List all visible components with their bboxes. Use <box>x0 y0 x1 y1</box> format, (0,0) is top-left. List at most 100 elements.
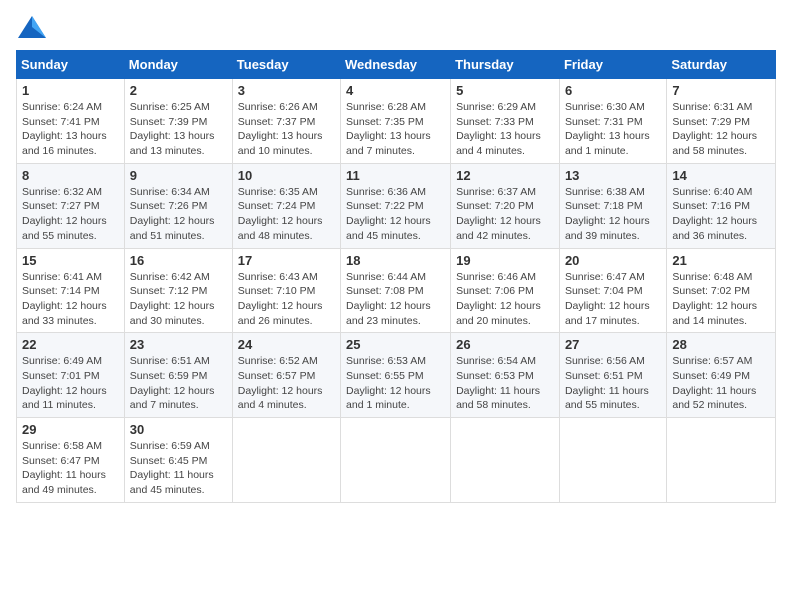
day-number: 9 <box>130 168 227 183</box>
day-info: Sunrise: 6:49 AM Sunset: 7:01 PM Dayligh… <box>22 354 119 413</box>
day-info: Sunrise: 6:48 AM Sunset: 7:02 PM Dayligh… <box>672 270 770 329</box>
day-number: 25 <box>346 337 445 352</box>
day-number: 18 <box>346 253 445 268</box>
day-info: Sunrise: 6:46 AM Sunset: 7:06 PM Dayligh… <box>456 270 554 329</box>
empty-cell <box>232 418 340 503</box>
calendar-day-22: 22 Sunrise: 6:49 AM Sunset: 7:01 PM Dayli… <box>17 333 125 418</box>
day-info: Sunrise: 6:42 AM Sunset: 7:12 PM Dayligh… <box>130 270 227 329</box>
day-number: 4 <box>346 83 445 98</box>
day-number: 1 <box>22 83 119 98</box>
calendar-day-10: 10 Sunrise: 6:35 AM Sunset: 7:24 PM Dayli… <box>232 163 340 248</box>
day-info: Sunrise: 6:54 AM Sunset: 6:53 PM Dayligh… <box>456 354 554 413</box>
calendar-day-29: 29Sunrise: 6:58 AM Sunset: 6:47 PM Dayli… <box>17 418 125 503</box>
calendar-day-6: 6 Sunrise: 6:30 AM Sunset: 7:31 PM Daylig… <box>559 79 666 164</box>
day-number: 23 <box>130 337 227 352</box>
day-info: Sunrise: 6:56 AM Sunset: 6:51 PM Dayligh… <box>565 354 661 413</box>
weekday-header-wednesday: Wednesday <box>341 51 451 79</box>
calendar-week-1: 1 Sunrise: 6:24 AM Sunset: 7:41 PM Daylig… <box>17 79 776 164</box>
day-number: 24 <box>238 337 335 352</box>
calendar-header-row: SundayMondayTuesdayWednesdayThursdayFrid… <box>17 51 776 79</box>
day-info: Sunrise: 6:40 AM Sunset: 7:16 PM Dayligh… <box>672 185 770 244</box>
weekday-header-sunday: Sunday <box>17 51 125 79</box>
calendar-day-1: 1 Sunrise: 6:24 AM Sunset: 7:41 PM Daylig… <box>17 79 125 164</box>
day-number: 5 <box>456 83 554 98</box>
calendar-day-26: 26 Sunrise: 6:54 AM Sunset: 6:53 PM Dayli… <box>451 333 560 418</box>
weekday-header-thursday: Thursday <box>451 51 560 79</box>
calendar-day-20: 20 Sunrise: 6:47 AM Sunset: 7:04 PM Dayli… <box>559 248 666 333</box>
calendar-week-2: 8 Sunrise: 6:32 AM Sunset: 7:27 PM Daylig… <box>17 163 776 248</box>
day-number: 28 <box>672 337 770 352</box>
calendar-day-11: 11Sunrise: 6:36 AM Sunset: 7:22 PM Dayli… <box>341 163 451 248</box>
day-number: 13 <box>565 168 661 183</box>
empty-cell <box>667 418 776 503</box>
day-info: Sunrise: 6:30 AM Sunset: 7:31 PM Dayligh… <box>565 100 661 159</box>
empty-cell <box>341 418 451 503</box>
day-info: Sunrise: 6:35 AM Sunset: 7:24 PM Dayligh… <box>238 185 335 244</box>
day-info: Sunrise: 6:32 AM Sunset: 7:27 PM Dayligh… <box>22 185 119 244</box>
calendar-day-13: 13 Sunrise: 6:38 AM Sunset: 7:18 PM Dayli… <box>559 163 666 248</box>
day-info: Sunrise: 6:52 AM Sunset: 6:57 PM Dayligh… <box>238 354 335 413</box>
day-info: Sunrise: 6:51 AM Sunset: 6:59 PM Dayligh… <box>130 354 227 413</box>
calendar-day-21: 21 Sunrise: 6:48 AM Sunset: 7:02 PM Dayli… <box>667 248 776 333</box>
calendar-week-3: 15 Sunrise: 6:41 AM Sunset: 7:14 PM Dayli… <box>17 248 776 333</box>
calendar-day-14: 14 Sunrise: 6:40 AM Sunset: 7:16 PM Dayli… <box>667 163 776 248</box>
day-number: 12 <box>456 168 554 183</box>
day-number: 2 <box>130 83 227 98</box>
day-number: 11 <box>346 168 445 183</box>
day-number: 10 <box>238 168 335 183</box>
calendar-week-5: 29Sunrise: 6:58 AM Sunset: 6:47 PM Dayli… <box>17 418 776 503</box>
day-info: Sunrise: 6:53 AM Sunset: 6:55 PM Dayligh… <box>346 354 445 413</box>
day-info: Sunrise: 6:37 AM Sunset: 7:20 PM Dayligh… <box>456 185 554 244</box>
day-number: 30 <box>130 422 227 437</box>
calendar-day-7: 7 Sunrise: 6:31 AM Sunset: 7:29 PM Daylig… <box>667 79 776 164</box>
calendar-day-18: 18Sunrise: 6:44 AM Sunset: 7:08 PM Dayli… <box>341 248 451 333</box>
day-info: Sunrise: 6:31 AM Sunset: 7:29 PM Dayligh… <box>672 100 770 159</box>
weekday-header-friday: Friday <box>559 51 666 79</box>
day-number: 19 <box>456 253 554 268</box>
day-info: Sunrise: 6:41 AM Sunset: 7:14 PM Dayligh… <box>22 270 119 329</box>
day-info: Sunrise: 6:24 AM Sunset: 7:41 PM Dayligh… <box>22 100 119 159</box>
day-info: Sunrise: 6:28 AM Sunset: 7:35 PM Dayligh… <box>346 100 445 159</box>
day-number: 17 <box>238 253 335 268</box>
logo-icon <box>18 16 46 38</box>
calendar-day-8: 8 Sunrise: 6:32 AM Sunset: 7:27 PM Daylig… <box>17 163 125 248</box>
page-header <box>16 16 776 38</box>
day-number: 15 <box>22 253 119 268</box>
day-info: Sunrise: 6:26 AM Sunset: 7:37 PM Dayligh… <box>238 100 335 159</box>
calendar-day-23: 23 Sunrise: 6:51 AM Sunset: 6:59 PM Dayli… <box>124 333 232 418</box>
calendar-day-16: 16Sunrise: 6:42 AM Sunset: 7:12 PM Dayli… <box>124 248 232 333</box>
calendar-week-4: 22 Sunrise: 6:49 AM Sunset: 7:01 PM Dayli… <box>17 333 776 418</box>
day-number: 14 <box>672 168 770 183</box>
calendar-day-9: 9 Sunrise: 6:34 AM Sunset: 7:26 PM Daylig… <box>124 163 232 248</box>
empty-cell <box>559 418 666 503</box>
day-info: Sunrise: 6:47 AM Sunset: 7:04 PM Dayligh… <box>565 270 661 329</box>
calendar-day-27: 27 Sunrise: 6:56 AM Sunset: 6:51 PM Dayli… <box>559 333 666 418</box>
day-number: 20 <box>565 253 661 268</box>
day-number: 27 <box>565 337 661 352</box>
day-number: 6 <box>565 83 661 98</box>
day-number: 26 <box>456 337 554 352</box>
day-info: Sunrise: 6:38 AM Sunset: 7:18 PM Dayligh… <box>565 185 661 244</box>
day-number: 21 <box>672 253 770 268</box>
logo <box>16 16 46 38</box>
calendar-day-4: 4 Sunrise: 6:28 AM Sunset: 7:35 PM Daylig… <box>341 79 451 164</box>
day-info: Sunrise: 6:59 AM Sunset: 6:45 PM Dayligh… <box>130 439 227 498</box>
day-number: 22 <box>22 337 119 352</box>
weekday-header-tuesday: Tuesday <box>232 51 340 79</box>
day-info: Sunrise: 6:57 AM Sunset: 6:49 PM Dayligh… <box>672 354 770 413</box>
calendar-day-30: 30 Sunrise: 6:59 AM Sunset: 6:45 PM Dayli… <box>124 418 232 503</box>
day-number: 7 <box>672 83 770 98</box>
calendar-day-5: 5Sunrise: 6:29 AM Sunset: 7:33 PM Daylig… <box>451 79 560 164</box>
calendar-day-25: 25 Sunrise: 6:53 AM Sunset: 6:55 PM Dayli… <box>341 333 451 418</box>
calendar-day-24: 24 Sunrise: 6:52 AM Sunset: 6:57 PM Dayli… <box>232 333 340 418</box>
calendar-day-28: 28 Sunrise: 6:57 AM Sunset: 6:49 PM Dayli… <box>667 333 776 418</box>
day-info: Sunrise: 6:43 AM Sunset: 7:10 PM Dayligh… <box>238 270 335 329</box>
calendar-table: SundayMondayTuesdayWednesdayThursdayFrid… <box>16 50 776 503</box>
weekday-header-monday: Monday <box>124 51 232 79</box>
calendar-day-3: 3Sunrise: 6:26 AM Sunset: 7:37 PM Daylig… <box>232 79 340 164</box>
day-number: 8 <box>22 168 119 183</box>
calendar-day-19: 19 Sunrise: 6:46 AM Sunset: 7:06 PM Dayli… <box>451 248 560 333</box>
empty-cell <box>451 418 560 503</box>
day-info: Sunrise: 6:25 AM Sunset: 7:39 PM Dayligh… <box>130 100 227 159</box>
day-info: Sunrise: 6:34 AM Sunset: 7:26 PM Dayligh… <box>130 185 227 244</box>
